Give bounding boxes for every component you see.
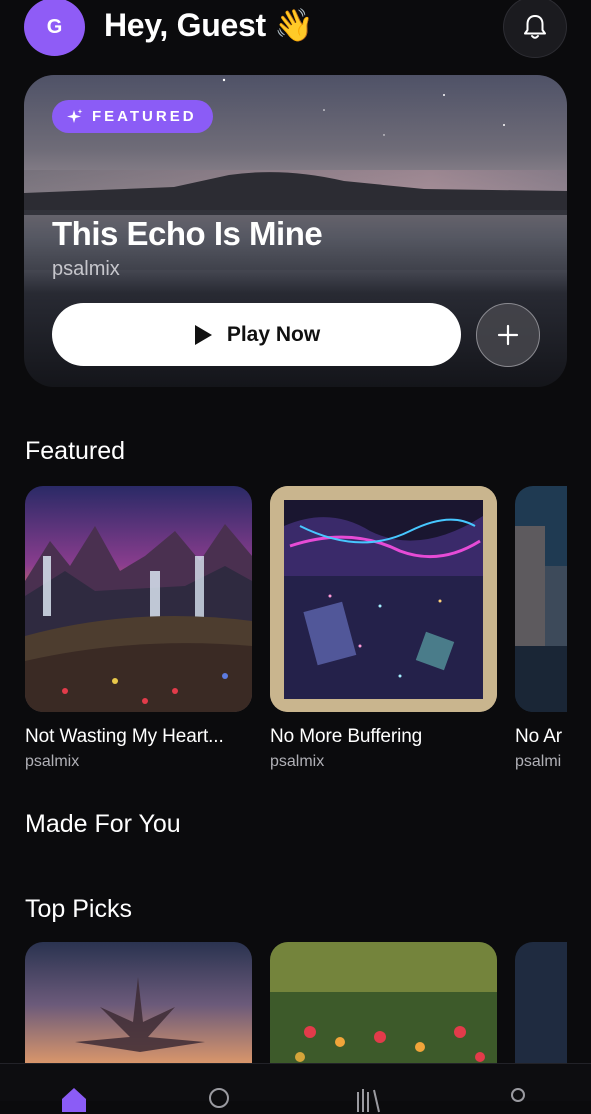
featured-card[interactable]: No Ar psalmi bbox=[515, 486, 567, 771]
home-icon[interactable] bbox=[59, 1084, 89, 1114]
card-title: Not Wasting My Heart... bbox=[25, 726, 224, 747]
card-title: No More Buffering bbox=[270, 726, 423, 747]
card-artist: psalmix bbox=[270, 753, 325, 770]
section-title-made-for-you: Made For You bbox=[25, 810, 181, 838]
card-artist: psalmi bbox=[515, 753, 562, 770]
top-pick-card[interactable] bbox=[25, 942, 252, 1067]
album-art bbox=[515, 486, 567, 712]
album-art bbox=[25, 942, 252, 1067]
album-art bbox=[270, 942, 497, 1067]
album-art bbox=[270, 486, 497, 712]
bottom-navigation bbox=[0, 1063, 591, 1113]
top-pick-card[interactable] bbox=[515, 942, 567, 1067]
section-title-top-picks: Top Picks bbox=[25, 895, 132, 923]
album-art bbox=[515, 942, 567, 1067]
album-art bbox=[25, 486, 252, 712]
profile-icon[interactable] bbox=[503, 1084, 533, 1114]
featured-carousel[interactable]: Not Wasting My Heart... psalmix No More … bbox=[0, 0, 567, 1100]
card-title: No Ar bbox=[515, 726, 563, 747]
search-icon[interactable] bbox=[205, 1084, 235, 1114]
top-pick-card[interactable] bbox=[270, 942, 497, 1067]
library-icon[interactable] bbox=[353, 1084, 383, 1114]
card-artist: psalmix bbox=[25, 753, 80, 770]
featured-card[interactable]: No More Buffering psalmix bbox=[270, 486, 497, 771]
featured-card[interactable]: Not Wasting My Heart... psalmix bbox=[25, 486, 252, 771]
